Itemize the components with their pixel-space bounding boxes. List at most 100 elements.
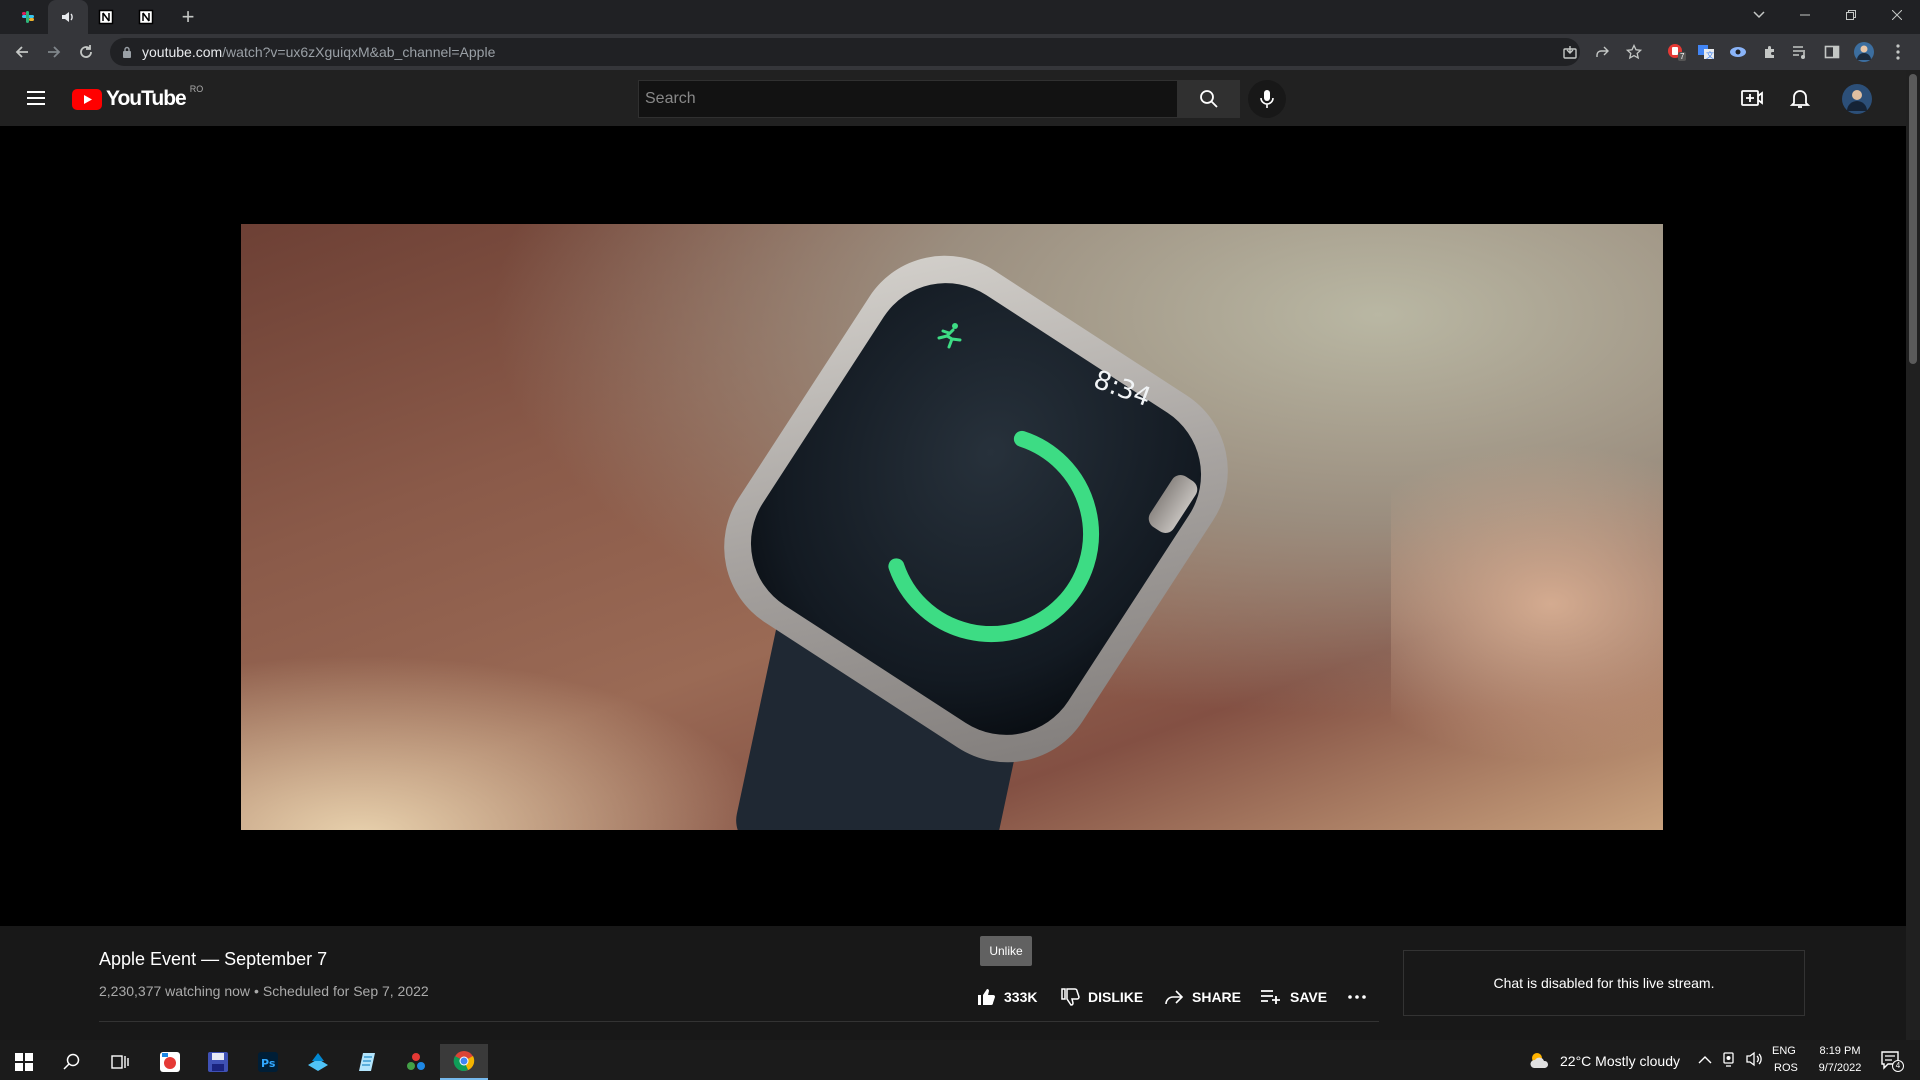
- back-button[interactable]: [10, 40, 34, 64]
- notifications-button[interactable]: [1788, 86, 1812, 110]
- speaker-icon: [62, 12, 73, 22]
- lock-icon: [123, 46, 131, 58]
- notification-count-badge: 4: [1892, 1060, 1904, 1072]
- forward-button[interactable]: [42, 40, 66, 64]
- reload-button[interactable]: [74, 40, 98, 64]
- extensions-button[interactable]: [1758, 40, 1782, 64]
- create-button[interactable]: [1740, 86, 1764, 110]
- slack-icon: [22, 11, 34, 23]
- action-center-button[interactable]: 4: [1880, 1050, 1904, 1072]
- arrow-left-icon: [15, 46, 28, 58]
- speaker-volume-icon: [1746, 1051, 1762, 1067]
- windows-logo-icon: [15, 1053, 33, 1071]
- minimize-button[interactable]: [1782, 0, 1828, 30]
- avatar-icon: [1842, 84, 1872, 114]
- arrow-right-icon: [48, 46, 61, 58]
- microphone-icon: [1260, 90, 1274, 108]
- notion-icon: [98, 9, 114, 25]
- thumbs-down-icon: [1061, 988, 1080, 1006]
- save-button[interactable]: SAVE: [1260, 984, 1327, 1010]
- search-input[interactable]: [639, 81, 1177, 117]
- show-hidden-icons-button[interactable]: [1698, 1052, 1712, 1070]
- input-language-bottom[interactable]: ROS: [1774, 1062, 1798, 1074]
- profile-avatar-icon: [1854, 42, 1874, 62]
- chrome-menu-button[interactable]: [1886, 40, 1910, 64]
- weather-text[interactable]: 22°C Mostly cloudy: [1560, 1053, 1680, 1069]
- scrollbar-thumb[interactable]: [1909, 74, 1917, 364]
- page-scrollbar[interactable]: [1906, 70, 1920, 1040]
- notes-app-icon: [359, 1053, 375, 1071]
- taskbar-app-pdf[interactable]: [146, 1044, 194, 1080]
- more-vertical-icon: [1896, 44, 1900, 60]
- taskbar-app-save[interactable]: [194, 1044, 242, 1080]
- more-horizontal-icon: [1348, 995, 1366, 999]
- taskbar-app-network[interactable]: [294, 1044, 342, 1080]
- save-label: SAVE: [1290, 989, 1328, 1005]
- url-text: youtube.com/watch?v=ux6zXguiqxM&ab_chann…: [142, 44, 495, 60]
- extension-translate[interactable]: 文: [1694, 40, 1718, 64]
- youtube-logo[interactable]: YouTube RO: [72, 84, 203, 110]
- volume-button[interactable]: [1746, 1051, 1764, 1072]
- extension-adblock[interactable]: 7: [1664, 40, 1688, 64]
- pinned-tab-slack[interactable]: [8, 0, 48, 34]
- pinned-tab-notion-1[interactable]: [86, 0, 126, 34]
- info-divider: [99, 1021, 1379, 1022]
- close-window-button[interactable]: [1874, 0, 1920, 30]
- clock-date[interactable]: 9/7/2022: [1810, 1062, 1870, 1074]
- input-language-top[interactable]: ENG: [1772, 1045, 1796, 1057]
- scheduled-date: Scheduled for Sep 7, 2022: [262, 983, 429, 999]
- like-tooltip: Unlike: [980, 936, 1032, 966]
- photoshop-icon: Ps: [258, 1052, 278, 1072]
- voice-search-button[interactable]: [1248, 80, 1286, 118]
- search-button[interactable]: [1178, 80, 1240, 118]
- taskbar-app-davinci[interactable]: [392, 1044, 440, 1080]
- search-box: [638, 80, 1178, 118]
- pinned-tab-notion-2[interactable]: [126, 0, 166, 34]
- like-button[interactable]: 333K: [976, 984, 1037, 1010]
- start-button[interactable]: [0, 1044, 48, 1080]
- side-panel-button[interactable]: [1820, 40, 1844, 64]
- restore-button[interactable]: [1828, 0, 1874, 30]
- video-player[interactable]: 8:34: [0, 126, 1906, 926]
- weather-widget-icon-wrap[interactable]: [1528, 1050, 1552, 1070]
- more-actions-button[interactable]: [1348, 984, 1366, 1010]
- bookmark-star-icon[interactable]: [1626, 44, 1642, 60]
- partly-cloudy-icon: [1530, 1053, 1549, 1068]
- close-icon: [1892, 10, 1902, 20]
- youtube-logo-text: YouTube: [106, 87, 187, 110]
- share-page-icon[interactable]: [1594, 44, 1610, 60]
- share-button[interactable]: SHARE: [1164, 984, 1241, 1010]
- meet-now-button[interactable]: [1722, 1051, 1738, 1072]
- task-view-button[interactable]: [96, 1044, 144, 1080]
- install-app-icon[interactable]: [1562, 44, 1578, 60]
- youtube-play-logo-icon: [72, 88, 102, 110]
- video-frame[interactable]: 8:34: [241, 224, 1663, 830]
- taskbar-search-button[interactable]: [48, 1044, 96, 1080]
- clock-time[interactable]: 8:19 PM: [1814, 1045, 1866, 1057]
- media-controls-button[interactable]: [1788, 40, 1812, 64]
- pinned-tab-youtube[interactable]: [48, 0, 88, 34]
- minimize-icon: [1800, 14, 1810, 16]
- profile-button[interactable]: [1852, 40, 1876, 64]
- hamburger-menu-icon: [27, 91, 45, 105]
- side-panel-icon: [1824, 45, 1840, 59]
- taskbar-app-notes[interactable]: [342, 1044, 390, 1080]
- network-app-icon: [308, 1053, 328, 1071]
- taskbar-app-chrome[interactable]: [440, 1044, 488, 1080]
- chrome-icon: [453, 1051, 475, 1071]
- tab-search-button[interactable]: [1736, 0, 1782, 30]
- live-chat-panel: Chat is disabled for this live stream.: [1403, 950, 1805, 1016]
- browser-tab-strip: +: [0, 0, 1920, 34]
- account-avatar-button[interactable]: [1842, 84, 1872, 114]
- guide-menu-button[interactable]: [24, 86, 48, 110]
- dislike-label: DISLIKE: [1088, 989, 1144, 1005]
- notion-icon: [138, 9, 154, 25]
- task-view-icon: [111, 1055, 129, 1069]
- youtube-masthead: YouTube RO: [0, 70, 1906, 126]
- extension-eye[interactable]: [1726, 40, 1750, 64]
- chevron-up-icon: [1698, 1056, 1712, 1064]
- address-bar[interactable]: youtube.com/watch?v=ux6zXguiqxM&ab_chann…: [110, 38, 1642, 66]
- new-tab-button[interactable]: +: [176, 5, 200, 29]
- taskbar-app-photoshop[interactable]: Ps: [244, 1044, 292, 1080]
- dislike-button[interactable]: DISLIKE: [1060, 984, 1143, 1010]
